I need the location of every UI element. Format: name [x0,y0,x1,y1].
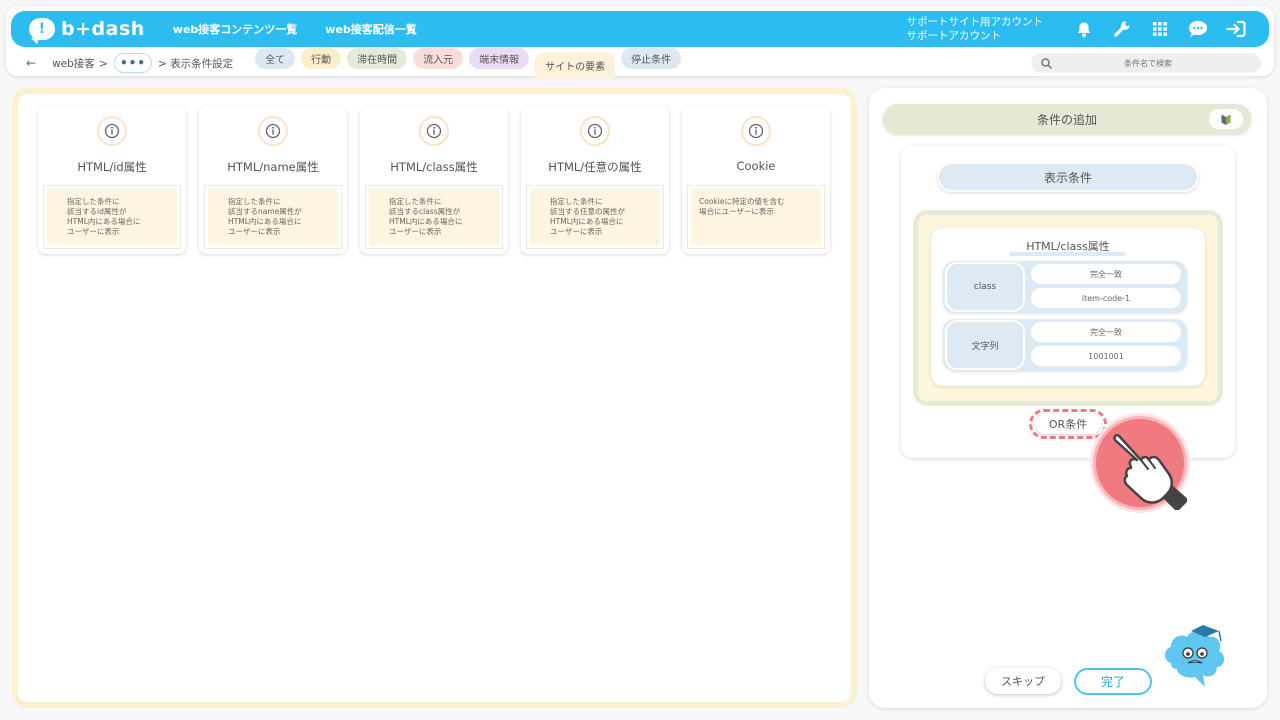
condition-box[interactable]: HTML/class属性 class 完全一致 item-code-1 文字列 … [931,228,1205,386]
app-header: ! b+dash web接客コンテンツ一覧 web接客配信一覧 サポートサイト用… [6,6,1274,78]
logo-mark: ! [29,18,55,44]
search-input[interactable] [1053,58,1243,68]
condition-card-name[interactable]: HTML/name属性 指定した条件に 該当するname属性が HTML内にある… [199,106,347,254]
row-value: item-code-1 [1031,288,1181,308]
breadcrumb-web-service[interactable]: web接客 [52,56,95,71]
tab-stay-time[interactable]: 滞在時間 [347,48,408,69]
top-icons [1065,15,1255,43]
beginner-toggle-button[interactable] [1209,109,1243,129]
wrench-icon[interactable] [1103,15,1141,43]
sub-bar: ← web接客 > ••• > 表示条件設定 全て 行動 滞在時間 流入元 端末… [6,48,1274,78]
grid-icon[interactable] [1141,15,1179,43]
row-match-type: 完全一致 [1031,264,1181,284]
add-condition-label: 条件の追加 [1036,112,1097,127]
tab-all[interactable]: 全て [255,48,296,69]
tab-stop-condition[interactable]: 停止条件 [621,48,682,69]
search-icon [1039,56,1053,70]
done-button[interactable]: 完了 [1074,668,1152,695]
card-title: HTML/id属性 [77,160,147,174]
tab-action[interactable]: 行動 [301,48,342,69]
nav-delivery-list[interactable]: web接客配信一覧 [325,21,417,37]
card-description: 指定した条件に 該当するid属性が HTML内にある場合に ユーザーに表示 [44,186,180,248]
condition-list-panel: HTML/id属性 指定した条件に 該当するid属性が HTML内にある場合に … [12,88,857,708]
condition-editor-panel: 条件の追加 表示条件 HTML/class属性 class 完全一致 item-… [869,88,1267,708]
tab-site-elements[interactable]: サイトの要素 [535,52,616,78]
or-condition-button[interactable]: OR条件 [1035,414,1101,434]
card-description: 指定した条件に 該当する任意の属性が HTML内にある場合に ユーザーに表示 [527,186,663,248]
tab-device[interactable]: 端末情報 [469,48,530,69]
card-title: Cookie [736,159,776,173]
condition-card-class[interactable]: HTML/class属性 指定した条件に 該当するclass属性が HTML内に… [360,106,508,254]
logo-text: b+dash [61,18,145,40]
card-title: HTML/name属性 [227,160,319,174]
mascot-icon [1159,623,1231,693]
top-bar: ! b+dash web接客コンテンツ一覧 web接客配信一覧 サポートサイト用… [11,11,1269,47]
breadcrumb-separator: > [98,56,108,70]
row-value: 1001001 [1031,346,1181,366]
logo[interactable]: ! b+dash [29,18,145,44]
card-title: HTML/任意の属性 [548,160,642,174]
account-name: サポートサイト用アカウント [906,16,1044,28]
condition-row-class[interactable]: class 完全一致 item-code-1 [943,261,1187,313]
card-description: 指定した条件に 該当するname属性が HTML内にある場合に ユーザーに表示 [205,186,341,248]
condition-row-string[interactable]: 文字列 完全一致 1001001 [943,319,1187,371]
condition-frame: HTML/class属性 class 完全一致 item-code-1 文字列 … [913,210,1223,406]
info-icon [258,116,288,146]
category-tabs: 全て 行動 滞在時間 流入元 端末情報 サイトの要素 停止条件 [255,48,682,78]
display-condition-card: 表示条件 HTML/class属性 class 完全一致 item-code-1… [901,146,1235,458]
nav-content-list[interactable]: web接客コンテンツ一覧 [173,21,298,37]
skip-button[interactable]: スキップ [985,668,1061,694]
account-sub: サポートアカウント [906,30,1002,42]
chat-icon[interactable] [1179,15,1217,43]
condition-title: HTML/class属性 [1026,240,1110,253]
display-condition-title: 表示条件 [937,162,1199,192]
card-description: 指定した条件に 該当するclass属性が HTML内にある場合に ユーザーに表示 [366,186,502,248]
info-icon [97,116,127,146]
account-info[interactable]: サポートサイト用アカウント サポートアカウント [907,15,1044,43]
back-arrow-icon[interactable]: ← [26,56,36,70]
condition-card-id[interactable]: HTML/id属性 指定した条件に 該当するid属性が HTML内にある場合に … [38,106,186,254]
card-title: HTML/class属性 [390,160,478,174]
bell-icon[interactable] [1065,15,1103,43]
condition-card-cookie[interactable]: Cookie Cookieに特定の値を含む 場合にユーザーに表示 [682,106,830,254]
info-icon [419,116,449,146]
card-description: Cookieに特定の値を含む 場合にユーザーに表示 [688,186,824,248]
breadcrumb-current: > 表示条件設定 [158,57,234,70]
row-key: 文字列 [945,320,1025,370]
tab-source[interactable]: 流入元 [413,48,464,69]
add-condition-header: 条件の追加 [883,104,1251,134]
breadcrumb-more-button[interactable]: ••• [114,53,152,73]
beginner-mark-icon [1221,114,1231,125]
search-box[interactable] [1031,53,1261,73]
info-icon [580,116,610,146]
logout-icon[interactable] [1217,15,1255,43]
row-match-type: 完全一致 [1031,322,1181,342]
condition-card-any-attribute[interactable]: HTML/任意の属性 指定した条件に 該当する任意の属性が HTML内にある場合… [521,106,669,254]
info-icon [741,116,771,146]
row-key: class [945,262,1025,312]
tutorial-pointer-icon [1093,416,1187,510]
